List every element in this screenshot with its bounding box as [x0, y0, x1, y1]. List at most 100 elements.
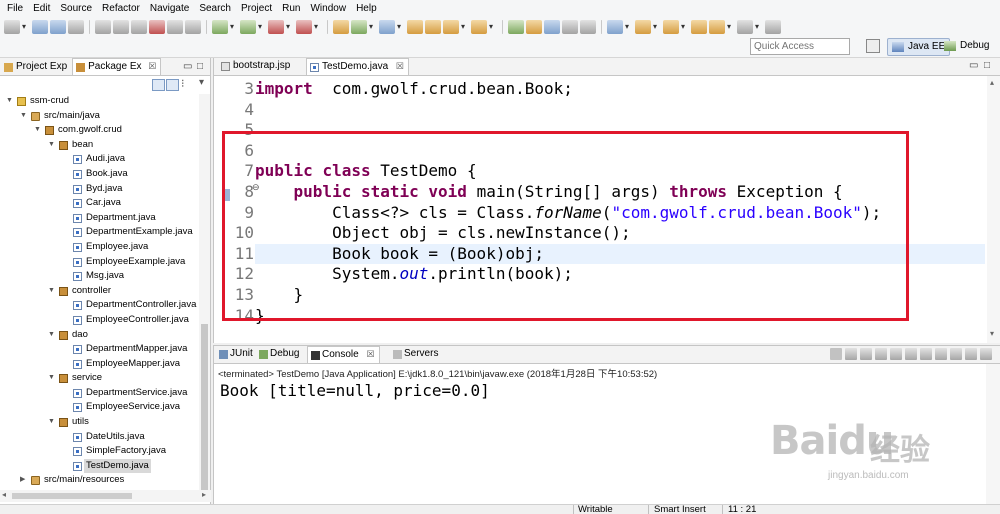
menu-item-help[interactable]: Help: [351, 3, 382, 14]
tree-item[interactable]: Book.java: [0, 167, 199, 182]
external-tools-icon[interactable]: [296, 19, 312, 34]
perspective-debug-button[interactable]: Debug: [940, 38, 993, 56]
link-with-editor-icon[interactable]: [166, 79, 179, 91]
menu-item-run[interactable]: Run: [277, 3, 305, 14]
collapse-all-icon[interactable]: [152, 79, 165, 91]
code-line[interactable]: public static void main(String[] args) t…: [255, 182, 843, 203]
open-type-icon[interactable]: [407, 19, 423, 34]
tab-junit[interactable]: JUnit: [216, 346, 257, 363]
resume-icon[interactable]: [131, 19, 147, 34]
new-class-dropdown-icon[interactable]: ▾: [397, 20, 405, 34]
back-dropdown-icon[interactable]: ▾: [727, 20, 735, 34]
tree-item[interactable]: ▼ service: [0, 371, 199, 386]
tree-item[interactable]: DepartmentMapper.java: [0, 342, 199, 357]
code-line[interactable]: System.out.println(book);: [255, 264, 573, 285]
maximize-icon[interactable]: □: [197, 61, 203, 72]
fold-collapse-icon[interactable]: ⊖: [252, 182, 260, 193]
new-project-dropdown-icon[interactable]: ▾: [369, 20, 377, 34]
minimize-icon[interactable]: ▭: [969, 60, 978, 71]
tree-item[interactable]: ▼ controller: [0, 284, 199, 299]
run-icon[interactable]: [240, 19, 256, 34]
menu-item-project[interactable]: Project: [236, 3, 277, 14]
tree-item[interactable]: ▼ dao: [0, 328, 199, 343]
remove-all-terminated-icon[interactable]: [860, 348, 872, 360]
code-line[interactable]: Book book = (Book)obj;: [255, 244, 544, 265]
quick-access-input[interactable]: [750, 38, 850, 55]
code-line[interactable]: }: [255, 306, 265, 327]
toggle-breakpoint-icon[interactable]: [95, 19, 111, 34]
menu-item-window[interactable]: Window: [305, 3, 351, 14]
tab-servers[interactable]: Servers: [390, 346, 442, 363]
tree-horizontal-scrollbar[interactable]: ◂ ▸: [0, 490, 211, 502]
pin-console-icon[interactable]: [920, 348, 932, 360]
tree-item[interactable]: SimpleFactory.java: [0, 444, 199, 459]
tab-project-explorer[interactable]: Project Exp: [0, 58, 72, 75]
block-selection-icon[interactable]: [544, 19, 560, 34]
new-icon[interactable]: [4, 19, 20, 34]
show-on-output-icon[interactable]: [890, 348, 902, 360]
tree-item[interactable]: ▼ src/main/java: [0, 109, 199, 124]
coverage-dropdown-icon[interactable]: ▾: [286, 20, 294, 34]
code-line[interactable]: }: [255, 285, 304, 306]
print-icon[interactable]: [68, 19, 84, 34]
search-icon[interactable]: [443, 19, 459, 34]
tree-item[interactable]: DepartmentService.java: [0, 386, 199, 401]
tree-item[interactable]: Car.java: [0, 196, 199, 211]
pin-editor-icon[interactable]: [765, 19, 781, 34]
expand-arrow-icon[interactable]: ▼: [48, 328, 55, 343]
step-over-icon[interactable]: [185, 19, 201, 34]
back-icon[interactable]: [709, 19, 725, 34]
close-icon[interactable]: ☒: [366, 349, 374, 359]
tree-item[interactable]: DepartmentExample.java: [0, 225, 199, 240]
code-area[interactable]: import com.gwolf.crud.bean.Book; public c…: [255, 76, 985, 343]
next-annotation-icon[interactable]: [635, 19, 651, 34]
tree-item[interactable]: ▼ ssm-crud: [0, 94, 199, 109]
terminate-icon[interactable]: [149, 19, 165, 34]
expand-arrow-icon[interactable]: ▼: [34, 123, 41, 138]
expand-arrow-icon[interactable]: ▼: [48, 415, 55, 430]
tab-bootstrap-jsp[interactable]: bootstrap.jsp: [218, 58, 294, 75]
new-dropdown-icon[interactable]: ▾: [22, 20, 30, 34]
prev-annotation-dropdown-icon[interactable]: ▾: [681, 20, 689, 34]
open-resource-icon[interactable]: [471, 19, 487, 34]
tab-console[interactable]: Console ☒: [307, 346, 380, 363]
tree-item[interactable]: Byd.java: [0, 182, 199, 197]
prev-annotation-icon[interactable]: [663, 19, 679, 34]
console-output[interactable]: Book [title=null, price=0.0]: [220, 381, 490, 400]
tree-vertical-scrollbar[interactable]: [199, 94, 210, 490]
show-source-icon[interactable]: [580, 19, 596, 34]
toggle-mark-occurrences-icon[interactable]: [508, 19, 524, 34]
tree-item[interactable]: ▼ bean: [0, 138, 199, 153]
tree-item[interactable]: ▼ com.gwolf.crud: [0, 123, 199, 138]
close-icon[interactable]: ☒: [148, 61, 156, 71]
tab-debug[interactable]: Debug: [256, 346, 303, 363]
forward-icon[interactable]: [737, 19, 753, 34]
tree-item[interactable]: TestDemo.java: [0, 458, 199, 474]
save-icon[interactable]: [32, 19, 48, 34]
menu-item-search[interactable]: Search: [194, 3, 236, 14]
view-menu-icon[interactable]: ⁝: [181, 77, 185, 90]
remove-launch-icon[interactable]: [845, 348, 857, 360]
editor-vertical-scrollbar[interactable]: ▴ ▾: [987, 76, 1000, 343]
scroll-lock-icon[interactable]: [875, 348, 887, 360]
tab-testdemo-java[interactable]: TestDemo.java ☒: [306, 58, 409, 75]
collapse-arrow-icon[interactable]: ▶: [20, 473, 25, 488]
toggle-word-wrap-icon[interactable]: [526, 19, 542, 34]
code-line[interactable]: Object obj = cls.newInstance();: [255, 223, 631, 244]
globe-icon[interactable]: [607, 19, 623, 34]
tree-item[interactable]: Employee.java: [0, 240, 199, 255]
open-resource-dropdown-icon[interactable]: ▾: [489, 20, 497, 34]
new-server-icon[interactable]: [333, 19, 349, 34]
next-annotation-dropdown-icon[interactable]: ▾: [653, 20, 661, 34]
external-tools-dropdown-icon[interactable]: ▾: [314, 20, 322, 34]
expand-arrow-icon[interactable]: ▼: [6, 94, 13, 109]
menu-item-file[interactable]: File: [2, 3, 28, 14]
close-icon[interactable]: ☒: [396, 61, 404, 71]
tree-item[interactable]: Audi.java: [0, 152, 199, 167]
code-line[interactable]: import com.gwolf.crud.bean.Book;: [255, 79, 573, 100]
tab-package-explorer[interactable]: Package Ex ☒: [72, 58, 162, 75]
display-console-icon[interactable]: [935, 348, 947, 360]
open-task-icon[interactable]: [425, 19, 441, 34]
word-wrap-icon[interactable]: [905, 348, 917, 360]
scrollbar-thumb[interactable]: [12, 493, 132, 499]
